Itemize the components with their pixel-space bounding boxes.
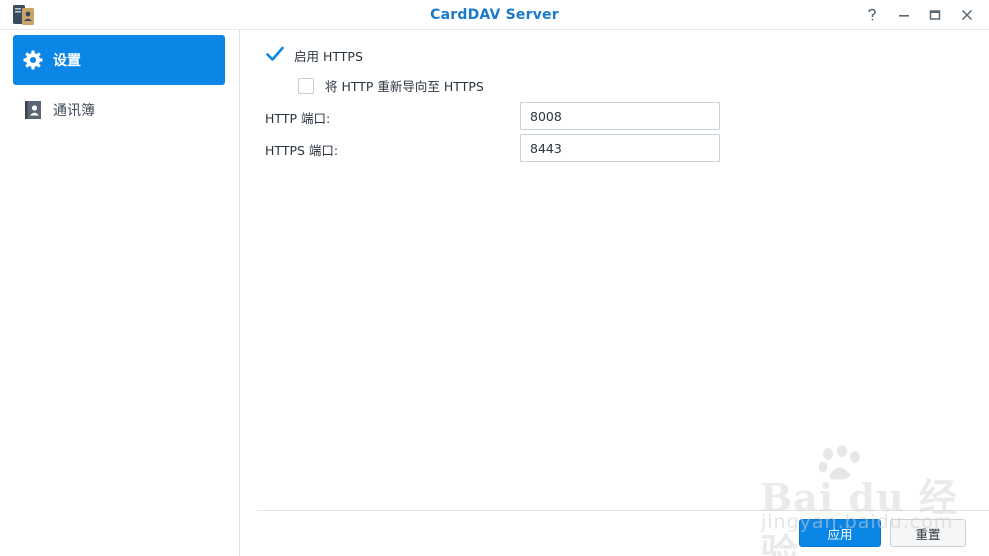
enable-https-checkbox[interactable] [266,46,284,65]
https-port-input[interactable] [520,134,720,162]
minimize-button[interactable] [892,3,916,27]
close-icon [961,9,973,21]
sidebar-item-settings[interactable]: 设置 [13,35,225,85]
settings-panel: 启用 HTTPS 将 HTTP 重新导向至 HTTPS HTTP 端口: HTT… [241,30,989,556]
maximize-icon [929,9,941,21]
enable-https-label: 启用 HTTPS [294,49,363,64]
apply-button[interactable]: 应用 [799,519,881,547]
checkmark-icon [266,46,284,65]
redirect-http-row[interactable]: 将 HTTP 重新导向至 HTTPS [298,76,484,95]
window-title: CardDAV Server [430,7,559,23]
http-port-input[interactable] [520,102,720,130]
sidebar-item-label: 通讯簿 [53,103,95,119]
sidebar: 设置 通讯簿 [0,30,240,556]
minimize-icon [898,9,910,21]
carddav-app-icon [12,4,36,26]
close-button[interactable] [955,3,979,27]
reset-button[interactable]: 重置 [890,519,966,547]
footer-divider [257,510,989,511]
help-button[interactable] [860,3,884,27]
gear-icon [22,49,44,71]
redirect-http-label: 将 HTTP 重新导向至 HTTPS [325,79,484,94]
sidebar-item-address-book[interactable]: 通讯簿 [13,85,225,135]
address-book-icon [22,99,44,121]
redirect-http-checkbox[interactable] [298,77,314,94]
enable-https-row[interactable]: 启用 HTTPS [266,46,363,65]
sidebar-item-label: 设置 [53,53,81,69]
carddav-window: CardDAV Server 设置 通讯簿 启用 HTTPS 将 HTTP 重新… [0,0,989,556]
http-port-label: HTTP 端口: [265,111,331,126]
help-icon [866,8,878,22]
maximize-button[interactable] [923,3,947,27]
https-port-label: HTTPS 端口: [265,143,339,158]
title-bar[interactable]: CardDAV Server [0,0,989,30]
